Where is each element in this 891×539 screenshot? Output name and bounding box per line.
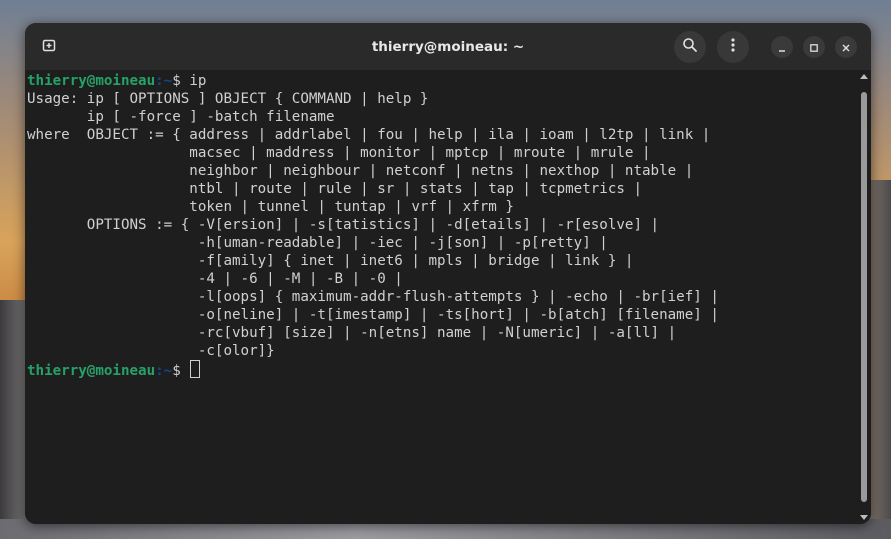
- prompt-user-host: thierry@moineau: [27, 73, 156, 89]
- minimize-button[interactable]: [771, 36, 793, 58]
- output-line: -c[olor]}: [27, 343, 275, 359]
- minimize-icon: [777, 38, 787, 57]
- scroll-down-arrow-icon[interactable]: [860, 515, 868, 520]
- prompt-symbol: $: [172, 363, 190, 379]
- output-line: token | tunnel | tuntap | vrf | xfrm }: [27, 199, 514, 215]
- menu-button[interactable]: [717, 31, 749, 63]
- output-line: macsec | maddress | monitor | mptcp | mr…: [27, 145, 651, 161]
- prompt-path: :~: [155, 363, 173, 379]
- terminal-window: thierry@moineau: ~ thierry@moineau:~$ ip…: [25, 23, 871, 524]
- prompt-line-2: thierry@moineau:~$: [27, 360, 201, 379]
- text-cursor: [190, 360, 201, 378]
- command-text: ip: [189, 73, 207, 89]
- output-line: -l[oops] { maximum-addr-flush-attempts }…: [27, 289, 719, 305]
- output-line: where OBJECT := { address | addrlabel | …: [27, 127, 711, 143]
- prompt-symbol: $: [172, 73, 190, 89]
- output-line: Usage: ip [ OPTIONS ] OBJECT { COMMAND |…: [27, 91, 429, 107]
- title-bar[interactable]: thierry@moineau: ~: [25, 23, 871, 70]
- output-line: OPTIONS := { -V[ersion] | -s[tatistics] …: [27, 217, 660, 233]
- maximize-icon: [809, 38, 819, 57]
- maximize-button[interactable]: [803, 36, 825, 58]
- new-tab-button[interactable]: [33, 31, 65, 63]
- prompt-line-1: thierry@moineau:~$ ip: [27, 73, 206, 89]
- close-icon: [841, 38, 851, 57]
- scrollbar-thumb[interactable]: [861, 92, 867, 502]
- prompt-path: :~: [155, 73, 173, 89]
- prompt-user-host: thierry@moineau: [27, 363, 156, 379]
- scroll-up-arrow-icon[interactable]: [860, 74, 868, 79]
- output-line: -o[neline] | -t[imestamp] | -ts[hort] | …: [27, 307, 719, 323]
- terminal-area[interactable]: thierry@moineau:~$ ip Usage: ip [ OPTION…: [25, 70, 871, 524]
- new-tab-icon: [41, 37, 57, 57]
- search-button[interactable]: [674, 31, 706, 63]
- scrollbar[interactable]: [857, 70, 871, 524]
- output-line: -rc[vbuf] [size] | -n[etns] name | -N[um…: [27, 325, 677, 341]
- close-button[interactable]: [835, 36, 857, 58]
- kebab-menu-icon: [725, 37, 741, 57]
- output-line: ntbl | route | rule | sr | stats | tap |…: [27, 181, 642, 197]
- output-line: -4 | -6 | -M | -B | -0 |: [27, 271, 403, 287]
- search-icon: [682, 37, 698, 57]
- terminal-output: thierry@moineau:~$ ip Usage: ip [ OPTION…: [27, 72, 719, 380]
- output-line: neighbor | neighbour | netconf | netns |…: [27, 163, 694, 179]
- output-line: ip [ -force ] -batch filename: [27, 109, 335, 125]
- output-line: -h[uman-readable] | -iec | -j[son] | -p[…: [27, 235, 608, 251]
- output-line: -f[amily] { inet | inet6 | mpls | bridge…: [27, 253, 634, 269]
